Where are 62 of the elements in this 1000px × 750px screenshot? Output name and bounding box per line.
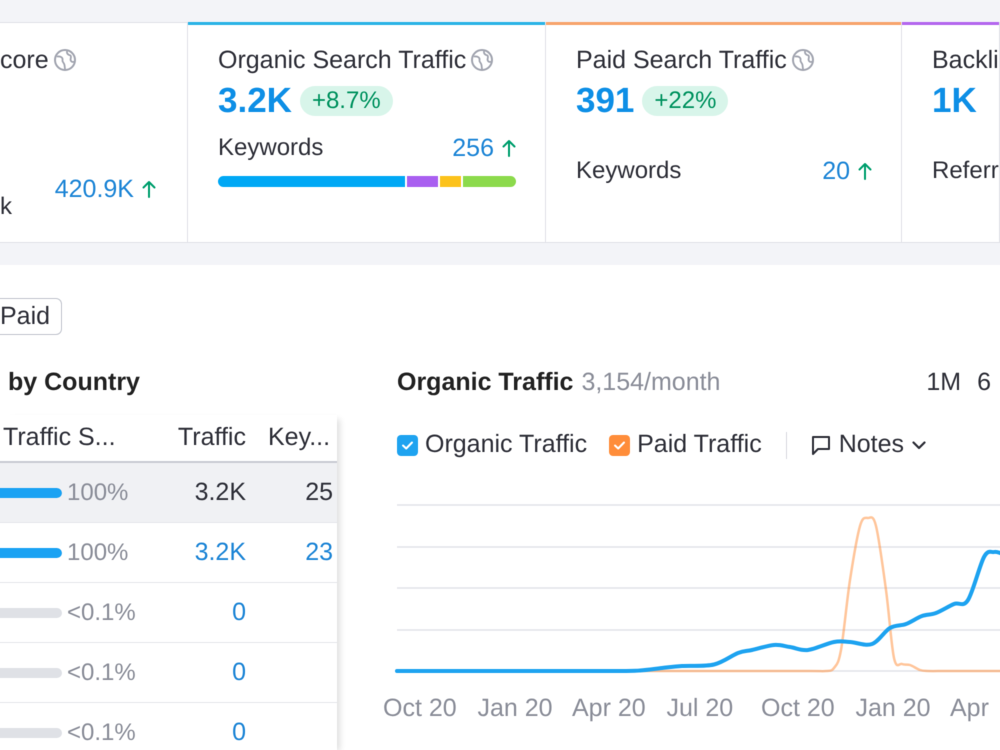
card-title: Organic Search Traffic: [218, 45, 466, 75]
chart-title: Organic Traffic: [397, 367, 574, 398]
table-cell-text: 3.2K: [194, 476, 246, 508]
axis-label: Jul 20: [666, 694, 734, 722]
table-row[interactable]: <0.1% 0: [0, 583, 337, 643]
axis-label: Oct 20: [383, 694, 457, 722]
speech-bubble-icon: [810, 435, 831, 455]
bar-segment: [407, 176, 438, 187]
metric-label: Referr: [932, 157, 999, 185]
table-cell-text: 100%: [67, 478, 128, 508]
metric-label: Keywords: [576, 157, 682, 185]
legend-toggle[interactable]: Organic Traffic: [397, 426, 588, 464]
table-cell[interactable]: 0: [135, 654, 246, 692]
bar-segment: [440, 176, 461, 187]
period-button[interactable]: 6: [973, 365, 995, 399]
axis-label: Jan 20: [856, 694, 931, 722]
checkbox[interactable]: [397, 434, 418, 456]
card-title: Backli: [932, 45, 999, 75]
table-cell[interactable]: 23: [246, 534, 337, 572]
metric-link[interactable]: 20: [822, 157, 850, 185]
table-cell[interactable]: 3.2K: [135, 534, 246, 572]
axis-label: Oct 20: [761, 694, 835, 722]
metric-label: Keywords: [218, 134, 324, 162]
axis-label: Apr: [950, 694, 989, 722]
table-cell-text: 25: [304, 476, 334, 508]
table-row[interactable]: <0.1% 0: [0, 643, 337, 703]
chart-subtitle: 3,154/month: [581, 367, 720, 398]
filter-button[interactable]: Paid: [0, 298, 62, 335]
column-header[interactable]: Traffic S...: [0, 419, 135, 457]
legend-toggle[interactable]: Paid Traffic: [609, 426, 762, 464]
column-header[interactable]: Traffic: [135, 419, 246, 457]
table-cell-text: <0.1%: [67, 718, 136, 748]
card-title: core: [0, 45, 49, 75]
table-cell-text: <0.1%: [67, 598, 136, 628]
table-cell[interactable]: 0: [135, 714, 246, 750]
metric-value: 391: [576, 81, 634, 121]
arrow-up-icon: [858, 162, 872, 180]
axis-label: Jan 20: [478, 694, 553, 722]
axis-label: Apr 20: [572, 694, 646, 722]
column-header[interactable]: Key...: [246, 419, 337, 457]
table-cell[interactable]: 0: [135, 594, 246, 632]
table-cell-text: 100%: [67, 538, 128, 568]
metric-link[interactable]: 256: [452, 134, 494, 162]
change-badge: +8.7%: [300, 86, 393, 116]
period-button[interactable]: 1M: [922, 365, 966, 399]
table-row[interactable]: <0.1% 0: [0, 703, 337, 750]
chevron-down-icon: [912, 440, 926, 450]
checkbox[interactable]: [609, 434, 630, 456]
metric-label: k: [0, 193, 12, 221]
notes-button[interactable]: Notes: [810, 426, 926, 464]
arrow-up-icon: [502, 139, 516, 157]
metric-value: 1K: [932, 81, 977, 121]
table-cell-text: <0.1%: [67, 658, 136, 688]
metric-value: 3.2K: [218, 81, 292, 121]
table-row[interactable]: 100% 3.2K 23: [0, 523, 337, 583]
table-row[interactable]: 100% 3.2K 25: [0, 463, 337, 523]
section-title: by Country: [7, 367, 141, 398]
arrow-up-icon: [142, 180, 156, 198]
change-badge: +22%: [642, 86, 728, 116]
card-title: Paid Search Traffic: [576, 45, 787, 75]
bar-segment: [463, 176, 516, 187]
metric-link[interactable]: 420.9K: [54, 175, 134, 203]
